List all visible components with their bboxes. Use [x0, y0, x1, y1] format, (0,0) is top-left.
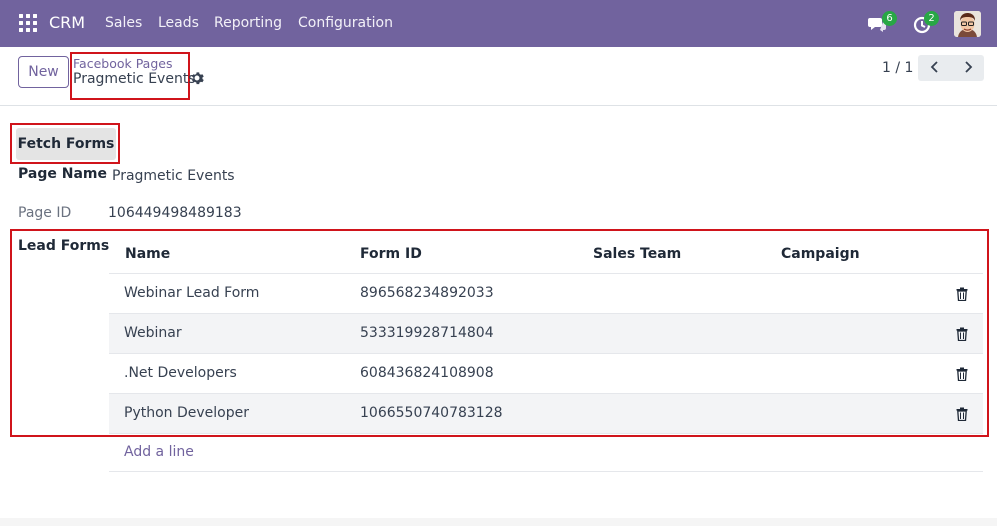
pager-value[interactable]: 1 / 1: [882, 60, 913, 76]
table-row[interactable]: Webinar 533319928714804: [109, 313, 983, 353]
app-name[interactable]: CRM: [49, 13, 85, 32]
column-header-campaign[interactable]: Campaign: [781, 246, 860, 262]
activities-button[interactable]: 2: [911, 11, 939, 35]
new-button[interactable]: New: [18, 56, 69, 88]
fetch-forms-button[interactable]: Fetch Forms: [16, 128, 116, 160]
table-row[interactable]: Webinar Lead Form 896568234892033: [109, 273, 983, 313]
trash-icon[interactable]: [956, 287, 968, 301]
table-row[interactable]: .Net Developers 608436824108908: [109, 353, 983, 393]
pager-previous-button[interactable]: [918, 55, 951, 81]
column-header-name[interactable]: Name: [125, 246, 170, 262]
top-navbar: CRM Sales Leads Reporting Configuration …: [0, 0, 997, 47]
menu-leads[interactable]: Leads: [158, 15, 199, 31]
row-form-id: 896568234892033: [360, 285, 494, 301]
breadcrumb-current: Pragmetic Events: [73, 71, 196, 87]
control-panel: New Facebook Pages Pragmetic Events 1 / …: [0, 47, 997, 106]
add-a-line-link[interactable]: Add a line: [124, 444, 194, 460]
row-name: .Net Developers: [124, 365, 237, 381]
breadcrumb-parent[interactable]: Facebook Pages: [73, 56, 172, 71]
row-form-id: 1066550740783128: [360, 405, 503, 421]
page-name-label: Page Name: [18, 166, 107, 182]
footer-strip: [0, 518, 997, 526]
column-header-form-id[interactable]: Form ID: [360, 246, 422, 262]
messages-badge: 6: [882, 11, 897, 26]
trash-icon[interactable]: [956, 327, 968, 341]
messages-button[interactable]: 6: [867, 11, 897, 35]
page-id-label: Page ID: [18, 205, 72, 221]
row-form-id: 533319928714804: [360, 325, 494, 341]
row-name: Webinar Lead Form: [124, 285, 260, 301]
row-name: Python Developer: [124, 405, 249, 421]
trash-icon[interactable]: [956, 407, 968, 421]
user-avatar[interactable]: [954, 11, 981, 37]
avatar-icon: [954, 11, 981, 37]
pager-next-button[interactable]: [951, 55, 984, 81]
page-name-value[interactable]: Pragmetic Events: [112, 168, 235, 184]
trash-icon[interactable]: [956, 367, 968, 381]
row-name: Webinar: [124, 325, 182, 341]
table-divider: [109, 433, 983, 434]
chevron-left-icon: [930, 60, 938, 73]
gear-icon[interactable]: [190, 71, 204, 85]
apps-grid-icon[interactable]: [19, 14, 37, 32]
row-form-id: 608436824108908: [360, 365, 494, 381]
menu-configuration[interactable]: Configuration: [298, 15, 393, 31]
activities-badge: 2: [924, 11, 939, 26]
page-id-value: 106449498489183: [108, 205, 242, 221]
menu-sales[interactable]: Sales: [105, 15, 142, 31]
table-bottom-divider: [109, 471, 983, 472]
column-header-sales-team[interactable]: Sales Team: [593, 246, 681, 262]
menu-reporting[interactable]: Reporting: [214, 15, 282, 31]
chevron-right-icon: [964, 60, 972, 73]
table-row[interactable]: Python Developer 1066550740783128: [109, 393, 983, 433]
